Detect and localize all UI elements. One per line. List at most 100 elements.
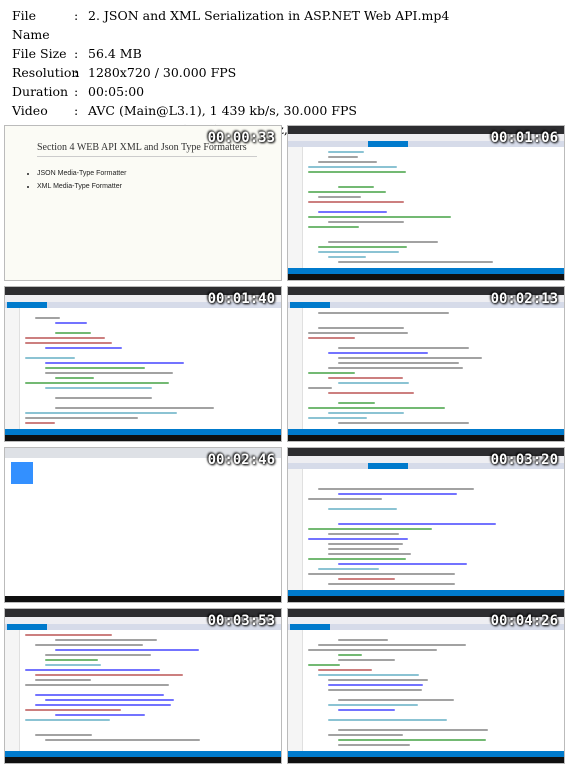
- code-line: [328, 377, 403, 379]
- code-line: [25, 709, 121, 711]
- windows-taskbar: [288, 435, 564, 441]
- info-row-duration: Duration : 00:05:00: [12, 82, 569, 101]
- code-line: [35, 674, 183, 676]
- code-line: [328, 553, 411, 555]
- code-line: [338, 578, 395, 580]
- code-line: [338, 357, 482, 359]
- code-line: [55, 649, 199, 651]
- code-line: [328, 719, 447, 721]
- code-line: [308, 558, 406, 560]
- code-line: [55, 397, 152, 399]
- info-value: 00:05:00: [88, 84, 145, 99]
- code-line: [35, 317, 60, 319]
- code-line: [45, 699, 174, 701]
- thumbnail-browser: 00:02:46: [4, 447, 282, 603]
- code-line: [318, 211, 387, 213]
- slide-bullet: JSON Media-Type Formatter: [37, 170, 126, 177]
- info-value: 2. JSON and XML Serialization in ASP.NET…: [88, 8, 450, 23]
- code-line: [308, 649, 437, 651]
- code-line: [338, 362, 459, 364]
- thumbnail-ide: 00:04:26: [287, 608, 565, 764]
- code-line: [328, 689, 422, 691]
- info-separator: :: [74, 8, 79, 23]
- code-line: [308, 372, 355, 374]
- code-line: [328, 679, 428, 681]
- ide-line-gutter: [5, 308, 20, 429]
- windows-taskbar: [288, 757, 564, 763]
- code-line: [328, 151, 364, 153]
- media-info-panel: File Name : 2. JSON and XML Serializatio…: [0, 0, 569, 137]
- timestamp-label: 00:03:53: [207, 613, 275, 629]
- code-line: [35, 644, 143, 646]
- code-line: [328, 392, 414, 394]
- code-line: [338, 422, 469, 424]
- code-line: [318, 196, 361, 198]
- code-line: [338, 347, 469, 349]
- code-line: [55, 639, 157, 641]
- code-line: [308, 538, 408, 540]
- code-line: [328, 734, 403, 736]
- code-line: [338, 744, 410, 746]
- code-line: [35, 679, 91, 681]
- timestamp-label: 00:01:06: [490, 130, 558, 146]
- info-key: File Name: [12, 8, 50, 42]
- code-line: [328, 684, 423, 686]
- code-line: [308, 216, 451, 218]
- code-line: [55, 332, 91, 334]
- code-line: [338, 739, 486, 741]
- code-line: [338, 493, 457, 495]
- code-line: [308, 664, 340, 666]
- code-line: [328, 583, 455, 585]
- thumbnail-ide: 00:03:53: [4, 608, 282, 764]
- thumbnail-ide: 00:02:13: [287, 286, 565, 442]
- code-line: [25, 422, 55, 424]
- timestamp-label: 00:02:46: [207, 452, 275, 468]
- info-key: Video: [12, 103, 48, 118]
- code-line: [318, 246, 407, 248]
- ide-code-editor: [5, 308, 281, 429]
- code-line: [308, 498, 382, 500]
- code-line: [328, 367, 463, 369]
- code-line: [338, 186, 374, 188]
- ide-code-editor: [5, 630, 281, 751]
- ide-line-gutter: [288, 630, 303, 751]
- code-line: [318, 251, 399, 253]
- ide-line-gutter: [288, 469, 303, 590]
- code-line: [328, 533, 399, 535]
- code-line: [25, 684, 169, 686]
- code-line: [338, 659, 395, 661]
- code-line: [338, 654, 362, 656]
- code-line: [35, 734, 92, 736]
- thumbnail-slide: Section 4 WEB API XML and Json Type Form…: [4, 125, 282, 281]
- code-line: [318, 161, 377, 163]
- code-line: [308, 191, 386, 193]
- info-row-resolution: Resolution : 1280x720 / 30.000 FPS: [12, 63, 569, 82]
- slide-bullet: XML Media-Type Formatter: [37, 183, 126, 190]
- windows-taskbar: [5, 596, 281, 602]
- code-line: [338, 382, 409, 384]
- code-line: [338, 523, 496, 525]
- code-line: [338, 729, 488, 731]
- code-line: [308, 171, 406, 173]
- ide-line-gutter: [288, 308, 303, 429]
- code-line: [308, 332, 408, 334]
- code-line: [318, 488, 474, 490]
- code-line: [328, 256, 366, 258]
- windows-taskbar: [5, 757, 281, 763]
- code-line: [328, 156, 358, 158]
- code-line: [308, 201, 404, 203]
- code-line: [25, 417, 138, 419]
- code-line: [328, 704, 418, 706]
- timestamp-label: 00:02:13: [490, 291, 558, 307]
- ide-line-gutter: [5, 630, 20, 751]
- windows-taskbar: [288, 274, 564, 280]
- code-line: [338, 699, 454, 701]
- code-line: [318, 312, 449, 314]
- code-line: [25, 382, 169, 384]
- code-line: [328, 508, 397, 510]
- code-line: [45, 347, 122, 349]
- code-line: [308, 417, 367, 419]
- code-line: [338, 402, 375, 404]
- slide-bullet-list: JSON Media-Type Formatter XML Media-Type…: [25, 170, 126, 196]
- code-line: [25, 719, 110, 721]
